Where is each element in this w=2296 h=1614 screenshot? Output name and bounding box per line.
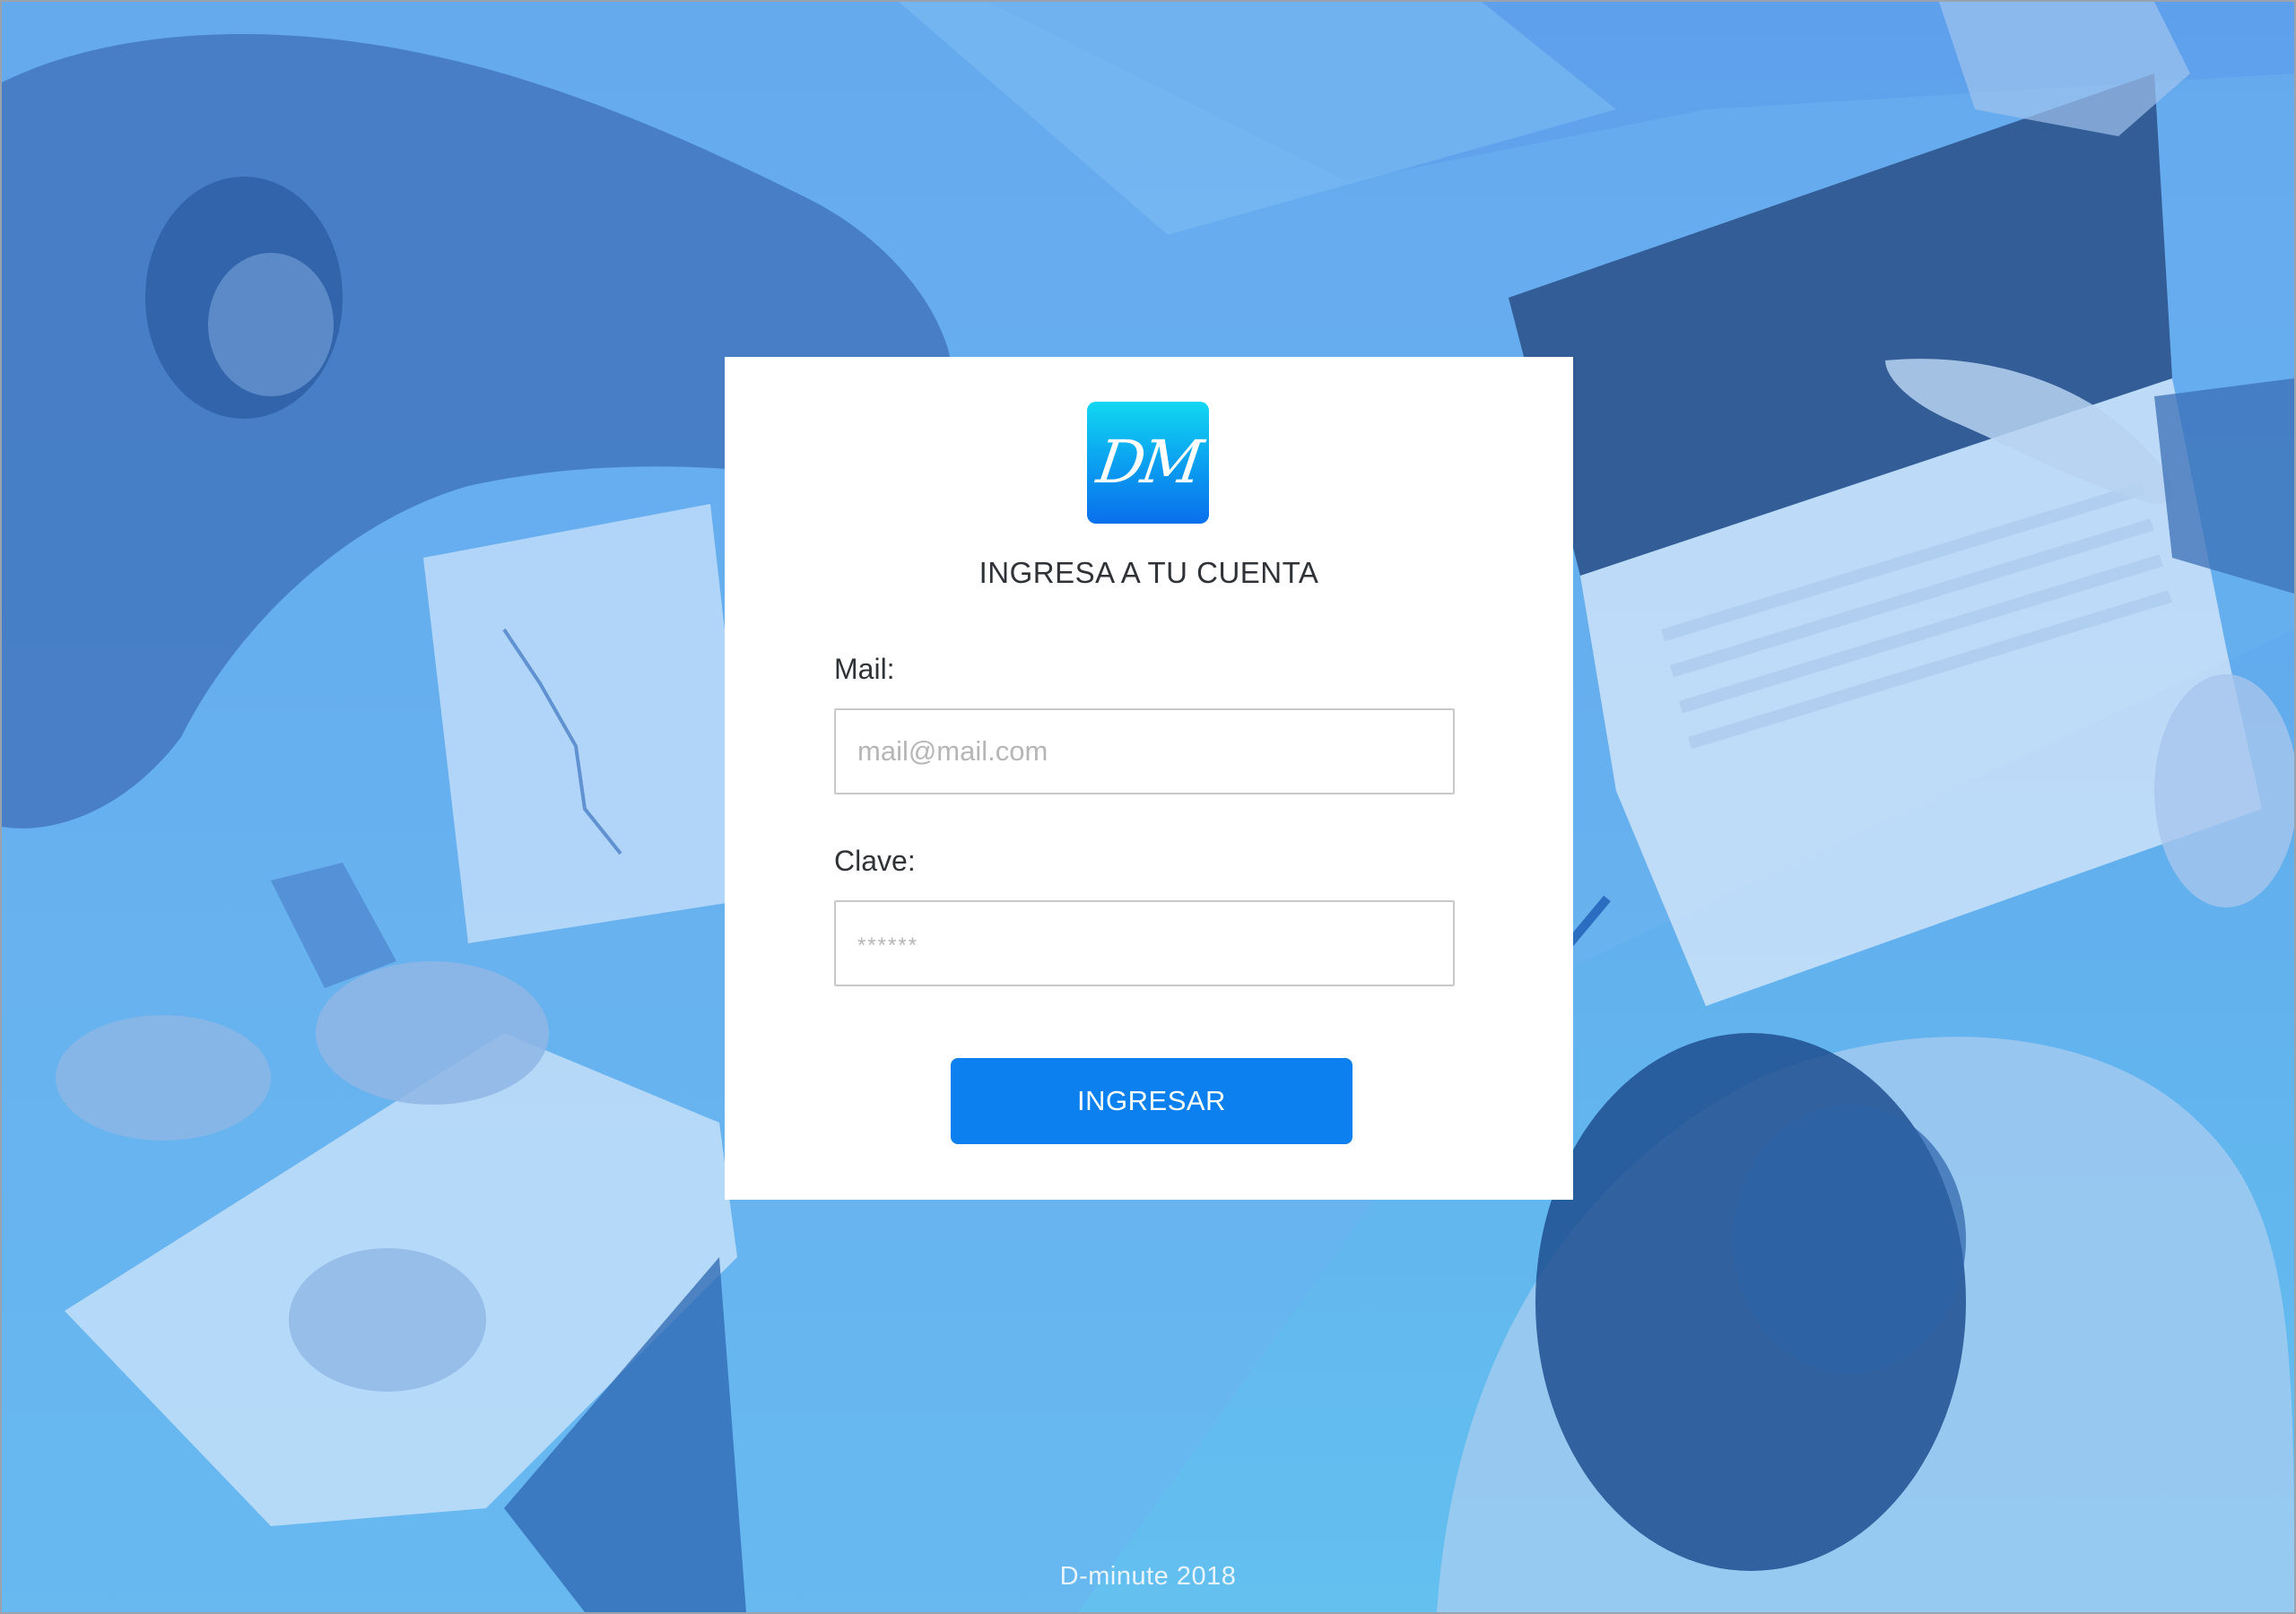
login-page: DM INGRESA A TU CUENTA Mail: Clave: INGR… (0, 0, 2296, 1614)
mail-label: Mail: (834, 653, 895, 685)
logo-monogram: DM (1092, 428, 1204, 497)
mail-input[interactable] (834, 708, 1455, 794)
logo: DM (1087, 402, 1209, 524)
login-card: DM INGRESA A TU CUENTA Mail: Clave: INGR… (725, 357, 1573, 1200)
footer-copyright: D-minute 2018 (1059, 1562, 1237, 1591)
password-input[interactable] (834, 900, 1455, 986)
login-title: INGRESA A TU CUENTA (978, 556, 1319, 589)
login-button[interactable]: INGRESAR (951, 1058, 1352, 1144)
password-label: Clave: (834, 845, 916, 877)
